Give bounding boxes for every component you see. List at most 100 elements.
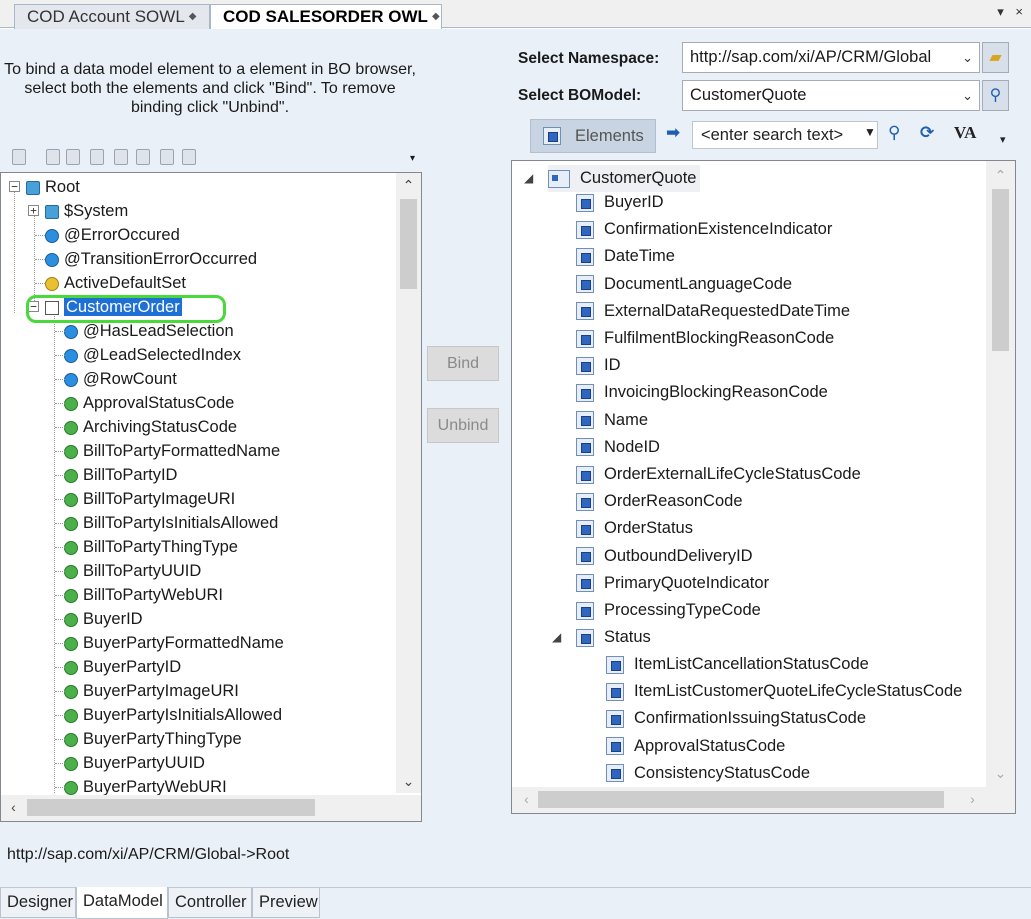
scroll-down-icon[interactable]: ⌄ bbox=[400, 773, 417, 790]
bo-node-status[interactable]: Status bbox=[576, 624, 651, 651]
tree-node[interactable]: ArchivingStatusCode bbox=[64, 415, 237, 439]
tree-node[interactable]: BuyerPartyIsInitialsAllowed bbox=[64, 703, 282, 727]
toolbar-overflow-icon[interactable]: ▾ bbox=[1000, 133, 1006, 146]
tab-designer[interactable]: Designer bbox=[0, 888, 76, 918]
bo-status-element-node[interactable]: ConsistencyStatusCode bbox=[606, 760, 810, 787]
tree-node[interactable]: BuyerPartyFormattedName bbox=[64, 631, 284, 655]
collapse-all-icon[interactable] bbox=[182, 149, 196, 165]
bo-element-node[interactable]: DocumentLanguageCode bbox=[576, 271, 792, 298]
tree-node[interactable]: BillToPartyUUID bbox=[64, 559, 201, 583]
pin-icon[interactable]: ◆ bbox=[189, 11, 197, 22]
bo-tree-horizontal-scrollbar[interactable]: ‹ › bbox=[512, 787, 1015, 813]
scroll-left-icon[interactable]: ‹ bbox=[518, 791, 535, 808]
chevron-down-icon[interactable]: ⌄ bbox=[962, 43, 973, 72]
bo-element-node[interactable]: FulfilmentBlockingReasonCode bbox=[576, 325, 834, 352]
bo-element-node[interactable]: ConfirmationExistenceIndicator bbox=[576, 216, 832, 243]
tree-node[interactable]: BillToPartyWebURI bbox=[64, 583, 223, 607]
tree-node[interactable]: @RowCount bbox=[64, 367, 177, 391]
bo-element-node[interactable]: ExternalDataRequestedDateTime bbox=[576, 298, 850, 325]
tree-node[interactable]: BuyerID bbox=[64, 607, 143, 631]
bo-element-node[interactable]: OutboundDeliveryID bbox=[576, 543, 753, 570]
bo-element-node[interactable]: NodeID bbox=[576, 434, 660, 461]
bo-element-node[interactable]: DateTime bbox=[576, 243, 675, 270]
scroll-thumb[interactable] bbox=[400, 199, 417, 289]
move-icon[interactable] bbox=[66, 149, 80, 165]
tree-node[interactable]: BillToPartyFormattedName bbox=[64, 439, 280, 463]
tree-node[interactable]: BuyerPartyImageURI bbox=[64, 679, 239, 703]
scroll-thumb[interactable] bbox=[27, 799, 315, 816]
scroll-left-icon[interactable]: ‹ bbox=[5, 799, 22, 816]
namespace-select[interactable]: http://sap.com/xi/AP/CRM/Global ⌄ bbox=[682, 42, 980, 73]
tree-horizontal-scrollbar[interactable]: ‹ bbox=[1, 795, 421, 821]
system-expander[interactable]: + bbox=[28, 205, 39, 216]
bo-element-node[interactable]: OrderReasonCode bbox=[576, 488, 743, 515]
bind-structure-icon[interactable] bbox=[114, 149, 128, 165]
window-list-dropdown-icon[interactable]: ▾ bbox=[997, 4, 1004, 19]
new-element-icon[interactable] bbox=[12, 149, 26, 165]
hierarchy-icon[interactable] bbox=[136, 149, 150, 165]
doc-tab-salesorder-owl[interactable]: COD SALESORDER OWL ◆ bbox=[210, 4, 442, 30]
tree-node[interactable]: @TransitionErrorOccurred bbox=[45, 247, 257, 271]
bo-element-node[interactable]: BuyerID bbox=[576, 189, 664, 216]
arrow-right-icon[interactable]: ➡ bbox=[666, 123, 680, 143]
delete-icon[interactable] bbox=[46, 149, 60, 165]
bomodel-search-button[interactable]: ⚲ bbox=[982, 80, 1009, 111]
tree-node[interactable]: BillToPartyID bbox=[64, 463, 177, 487]
collapse-triangle-icon[interactable]: ◢ bbox=[524, 171, 533, 185]
tree-node-system[interactable]: $System bbox=[45, 199, 128, 223]
tab-datamodel[interactable]: DataModel bbox=[76, 887, 168, 919]
search-icon[interactable]: ⚲ bbox=[888, 123, 900, 143]
tab-preview[interactable]: Preview bbox=[252, 888, 320, 918]
toolbar-overflow-icon[interactable]: ▾ bbox=[410, 153, 415, 164]
search-dropdown-icon[interactable]: ▼ bbox=[864, 125, 876, 139]
scroll-up-icon[interactable]: ⌃ bbox=[400, 177, 417, 194]
bo-element-node[interactable]: OrderStatus bbox=[576, 515, 693, 542]
scroll-thumb[interactable] bbox=[992, 189, 1009, 351]
bo-element-node[interactable]: OrderExternalLifeCycleStatusCode bbox=[576, 461, 861, 488]
scroll-right-icon[interactable]: › bbox=[964, 791, 981, 808]
datamodel-tree[interactable]: − Root + $System @ErrorOccured @Transitio… bbox=[0, 172, 422, 822]
tree-node[interactable]: ActiveDefaultSet bbox=[45, 271, 186, 295]
tree-node[interactable]: BillToPartyImageURI bbox=[64, 487, 235, 511]
namespace-browse-button[interactable]: ▰ bbox=[982, 42, 1009, 73]
tree-node[interactable]: @LeadSelectedIndex bbox=[64, 343, 241, 367]
chevron-down-icon[interactable]: ⌄ bbox=[962, 81, 973, 110]
tree-node[interactable]: BuyerPartyUUID bbox=[64, 751, 205, 775]
scroll-up-icon[interactable]: ⌃ bbox=[992, 167, 1009, 184]
filter-icon[interactable] bbox=[90, 149, 104, 165]
expand-all-icon[interactable] bbox=[160, 149, 174, 165]
tree-vertical-scrollbar[interactable]: ⌃ ⌄ bbox=[396, 173, 421, 793]
bind-button[interactable]: Bind bbox=[427, 346, 499, 381]
refresh-icon[interactable]: ⟳ bbox=[920, 123, 934, 143]
bomodel-select[interactable]: CustomerQuote ⌄ bbox=[682, 80, 980, 111]
tab-controller[interactable]: Controller bbox=[168, 888, 252, 918]
collapse-triangle-icon[interactable]: ◢ bbox=[552, 630, 561, 644]
close-window-icon[interactable]: × bbox=[1015, 4, 1023, 19]
bo-status-element-node[interactable]: ItemListCustomerQuoteLifeCycleStatusCode bbox=[606, 678, 962, 705]
tree-node-root[interactable]: Root bbox=[26, 175, 80, 199]
bo-browser-tree[interactable]: ◢ CustomerQuote BuyerID ConfirmationExist… bbox=[511, 160, 1016, 814]
unbind-button[interactable]: Unbind bbox=[427, 408, 499, 443]
bo-tree-vertical-scrollbar[interactable]: ⌃ ⌄ bbox=[986, 161, 1015, 787]
bo-node-customer-quote[interactable]: CustomerQuote bbox=[548, 165, 701, 192]
bo-status-element-node[interactable]: ItemListCancellationStatusCode bbox=[606, 651, 869, 678]
elements-view-button[interactable]: Elements bbox=[530, 119, 656, 153]
bo-element-node[interactable]: PrimaryQuoteIndicator bbox=[576, 570, 769, 597]
bo-element-node[interactable]: InvoicingBlockingReasonCode bbox=[576, 379, 828, 406]
tree-node[interactable]: ApprovalStatusCode bbox=[64, 391, 234, 415]
scroll-down-icon[interactable]: ⌄ bbox=[992, 765, 1009, 782]
bo-search-input[interactable]: <enter search text> bbox=[692, 121, 878, 149]
tree-node[interactable]: BuyerPartyID bbox=[64, 655, 181, 679]
scroll-thumb[interactable] bbox=[538, 791, 944, 808]
va-button[interactable]: VA bbox=[954, 123, 976, 143]
bo-status-element-node[interactable]: ApprovalStatusCode bbox=[606, 733, 785, 760]
doc-tab-account-sowl[interactable]: COD Account SOWL ◆ bbox=[14, 4, 210, 29]
tree-node[interactable]: BillToPartyThingType bbox=[64, 535, 238, 559]
bo-status-element-node[interactable]: ConfirmationIssuingStatusCode bbox=[606, 705, 866, 732]
pin-icon[interactable]: ◆ bbox=[432, 11, 440, 22]
bo-element-node[interactable]: ID bbox=[576, 352, 621, 379]
bo-element-node[interactable]: Name bbox=[576, 407, 648, 434]
root-expander[interactable]: − bbox=[9, 181, 20, 192]
bo-element-node[interactable]: ProcessingTypeCode bbox=[576, 597, 761, 624]
tree-node[interactable]: @ErrorOccured bbox=[45, 223, 180, 247]
